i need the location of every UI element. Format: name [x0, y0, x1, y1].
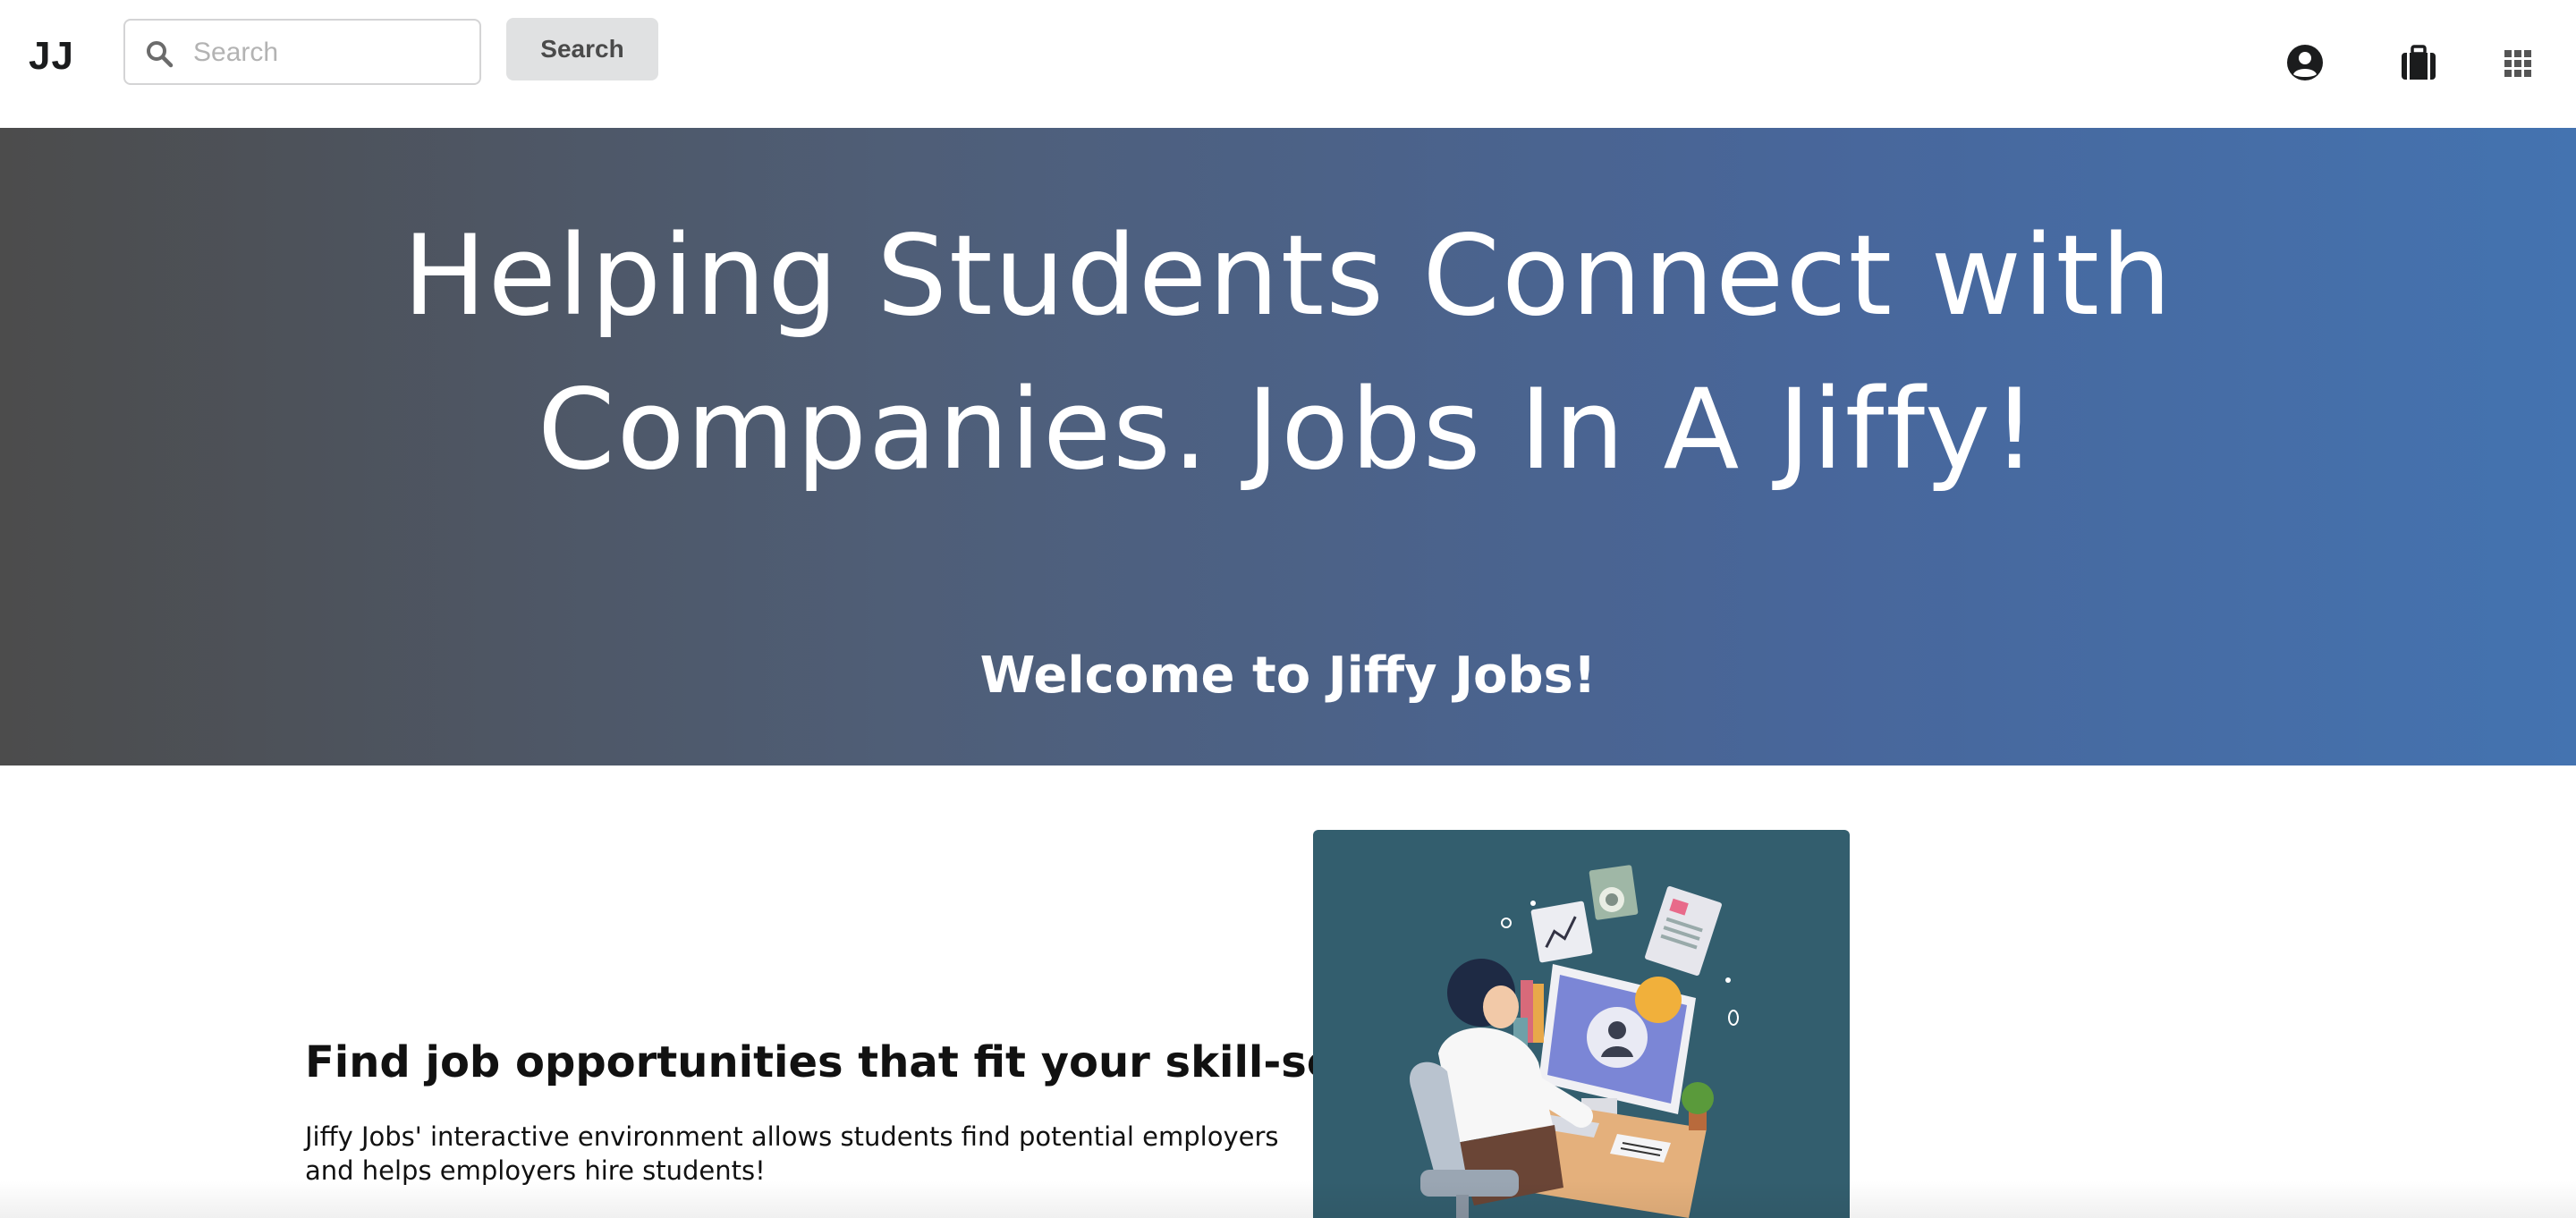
feature-description-line-1: Jiffy Jobs' interactive environment allo…	[305, 1121, 1279, 1152]
search-input[interactable]	[193, 30, 462, 76]
illustration-art	[1410, 865, 1739, 1218]
grid-icon[interactable]	[2504, 50, 2531, 77]
feature-description: Jiffy Jobs' interactive environment allo…	[305, 1120, 1289, 1188]
top-navbar: JJ Search	[0, 0, 2576, 128]
hero-subtitle: Welcome to Jiffy Jobs!	[979, 647, 1597, 705]
hero-title: Helping Students Connect with Companies.…	[0, 199, 2576, 507]
search-button[interactable]: Search	[506, 18, 658, 80]
feature-description-line-2: and helps employers hire students!	[305, 1155, 766, 1186]
hero-banner: Helping Students Connect with Companies.…	[0, 128, 2576, 765]
site-logo[interactable]: JJ	[29, 34, 74, 79]
person-at-computer-illustration	[1313, 830, 1850, 1218]
search-field[interactable]	[123, 19, 481, 85]
feature-heading: Find job opportunities that fit your ski…	[305, 1037, 1357, 1087]
user-circle-icon[interactable]	[2285, 43, 2325, 82]
briefcase-icon[interactable]	[2399, 43, 2438, 82]
search-icon	[147, 41, 174, 68]
hero-title-line-2: Companies. Jobs In A Jiffy!	[538, 366, 2038, 495]
hero-title-line-1: Helping Students Connect with	[402, 212, 2174, 341]
